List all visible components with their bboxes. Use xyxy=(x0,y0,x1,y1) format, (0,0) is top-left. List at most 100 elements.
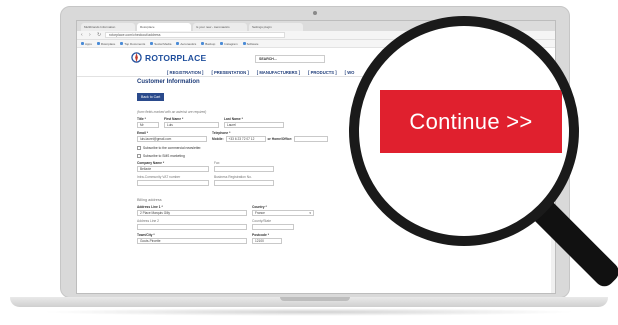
menu-item-presentation[interactable]: [ PRESENTATION ] xyxy=(211,70,248,75)
bookmark-label: Instagram xyxy=(224,41,238,46)
address1-input[interactable]: 2 Place Marquis Gilly xyxy=(137,210,247,216)
address2-label: Address Line 2 xyxy=(137,219,159,223)
laptop-notch xyxy=(280,297,350,301)
newsletter-label: Subscribe to the commercial newsletter. xyxy=(143,146,202,150)
county-group: County/State xyxy=(252,219,294,230)
bookmark-item[interactable]: Backup xyxy=(201,42,215,46)
email-group: Email * luis.laurel@gmail.com xyxy=(137,131,207,142)
menu-item-more[interactable]: [ WO xyxy=(345,70,355,75)
address2-input[interactable] xyxy=(137,224,247,230)
browser-tab[interactable]: Multibrands Information xyxy=(81,23,135,31)
bookmark-item[interactable]: Software xyxy=(242,41,259,46)
country-label: Country * xyxy=(252,205,267,209)
telephone-inputs: Mobile: +33 6 23 72 07 12 or Home/Office… xyxy=(212,136,329,142)
fax-label: Fax xyxy=(214,161,220,165)
mobile-input[interactable]: +33 6 23 72 07 12 xyxy=(225,136,266,142)
last-name-group: Last Name * Laurel xyxy=(224,117,284,128)
billing-section-title: Billing address xyxy=(137,198,162,202)
bookmark-item[interactable]: Social Media xyxy=(150,42,171,46)
last-name-label: Last Name * xyxy=(224,117,243,121)
postcode-group: Postcode * 12100 xyxy=(252,233,282,244)
town-group: Town/City * Gouts-Piroette xyxy=(137,233,247,244)
county-input[interactable] xyxy=(252,224,294,230)
town-input[interactable]: Gouts-Piroette xyxy=(137,238,247,244)
county-label: County/State xyxy=(252,219,272,223)
bookmark-icon xyxy=(176,42,180,45)
browser-tab[interactable]: Is your new - Aeronautics xyxy=(193,23,247,31)
continue-button[interactable]: Continue >> xyxy=(380,90,562,153)
chevron-down-icon: ▾ xyxy=(309,211,311,215)
rotor-logo-icon xyxy=(131,52,142,63)
address-row-1: Address Line 1 * 2 Place Marquis Gilly C… xyxy=(137,205,397,216)
bookmark-icon xyxy=(150,42,154,45)
search-input[interactable]: SEARCH... xyxy=(255,55,325,63)
bookmark-item[interactable]: Rotorplace xyxy=(96,41,116,46)
business-reg-group: Business Registration No. xyxy=(214,175,274,186)
address-row-3: Town/City * Gouts-Piroette Postcode * 12… xyxy=(137,233,397,244)
business-reg-input[interactable] xyxy=(214,180,274,186)
postcode-input[interactable]: 12100 xyxy=(252,238,282,244)
reload-icon[interactable]: ↻ xyxy=(97,32,102,38)
telephone-group: Telephone * Mobile: +33 6 23 72 07 12 or… xyxy=(212,131,329,142)
bookmark-icon xyxy=(242,42,246,45)
magnifier-lens: Continue >> xyxy=(349,16,579,246)
vat-input[interactable] xyxy=(137,180,209,186)
company-input[interactable]: Bellavie xyxy=(137,166,209,172)
bookmark-label: Apps xyxy=(85,41,92,46)
address1-label: Address Line 1 * xyxy=(137,205,163,209)
home-office-label: or Home/Office: xyxy=(267,136,293,141)
bookmark-item[interactable]: Top Documents xyxy=(120,42,145,46)
last-name-input[interactable]: Laurel xyxy=(224,122,284,128)
bookmark-item[interactable]: Apps xyxy=(81,42,92,46)
sms-label: Subscribe to SMS marketing xyxy=(143,154,185,158)
bookmark-icon xyxy=(220,42,224,45)
country-group: Country * France ▾ xyxy=(252,205,314,216)
fax-input[interactable] xyxy=(214,166,274,172)
back-arrow-icon[interactable]: ‹ xyxy=(81,32,86,38)
country-value: France xyxy=(255,211,265,215)
title-select[interactable]: Mr xyxy=(137,122,159,128)
webcam-icon xyxy=(313,11,317,15)
site-logo[interactable]: ROTORPLACE xyxy=(131,52,206,63)
logo-text: ROTORPLACE xyxy=(145,52,207,63)
menu-item-manufacturers[interactable]: [ MANUFACTURERS ] xyxy=(257,70,300,75)
bookmark-item[interactable]: Aeronautics xyxy=(176,42,196,46)
vat-label: Intra-Community VAT number xyxy=(137,175,181,179)
bookmark-icon xyxy=(96,42,100,45)
first-name-input[interactable]: Luis xyxy=(164,122,219,128)
newsletter-checkbox[interactable] xyxy=(137,146,141,150)
first-name-group: First Name * Luis xyxy=(164,117,219,128)
bookmark-label: Social Media xyxy=(154,41,172,46)
address2-group: Address Line 2 xyxy=(137,219,247,230)
telephone-label: Telephone * xyxy=(212,131,231,135)
browser-tab-active[interactable]: Rotorplace xyxy=(137,23,191,31)
home-office-input[interactable] xyxy=(294,136,329,142)
email-label: Email * xyxy=(137,131,148,135)
laptop-shadow xyxy=(40,308,578,316)
bookmark-label: Backup xyxy=(205,41,216,46)
sms-checkbox[interactable] xyxy=(137,154,141,158)
email-field[interactable]: luis.laurel@gmail.com xyxy=(137,136,207,142)
bookmark-icon xyxy=(120,42,124,45)
title-label: Title * xyxy=(137,117,146,121)
url-field[interactable]: rotorplace.com/checkout/address xyxy=(105,32,285,38)
bookmark-label: Rotorplace xyxy=(100,41,116,46)
company-group: Company Name * Bellavie xyxy=(137,161,209,172)
vat-group: Intra-Community VAT number xyxy=(137,175,209,186)
address-row-2: Address Line 2 County/State xyxy=(137,219,397,230)
bookmark-item[interactable]: Instagram xyxy=(220,41,238,46)
forward-arrow-icon[interactable]: › xyxy=(89,32,94,38)
town-label: Town/City * xyxy=(137,233,155,237)
browser-tab[interactable]: Settings plugin xyxy=(249,23,303,31)
menu-item-registration[interactable]: [ REGISTRATION ] xyxy=(167,70,203,75)
bookmark-label: Top Documents xyxy=(124,41,146,46)
menu-item-products[interactable]: [ PRODUCTS ] xyxy=(308,70,337,75)
bookmark-label: Software xyxy=(246,41,259,46)
company-label: Company Name * xyxy=(137,161,165,165)
back-to-cart-button[interactable]: Back to Cart xyxy=(137,93,165,101)
country-select[interactable]: France ▾ xyxy=(252,210,314,216)
bookmark-icon xyxy=(201,42,205,45)
bookmark-icon xyxy=(81,42,84,45)
bookmark-label: Aeronautics xyxy=(180,41,197,46)
fax-group: Fax xyxy=(214,161,274,172)
